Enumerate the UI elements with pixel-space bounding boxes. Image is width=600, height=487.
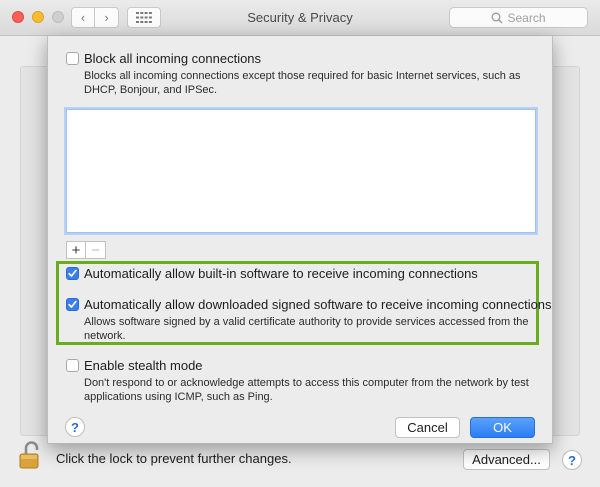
block-all-label: Block all incoming connections	[84, 51, 262, 66]
search-field[interactable]: Search	[449, 7, 588, 28]
firewall-options-sheet: Block all incoming connections Blocks al…	[47, 36, 553, 444]
question-icon: ?	[568, 452, 576, 468]
allow-signed-label: Automatically allow downloaded signed so…	[84, 297, 552, 312]
list-edit-buttons: + −	[66, 241, 106, 259]
cancel-button[interactable]: Cancel	[395, 417, 460, 438]
ok-button[interactable]: OK	[470, 417, 535, 438]
checkmark-icon	[68, 300, 77, 308]
question-icon: ?	[71, 419, 79, 435]
title-bar: ‹ › Security & Privacy Search	[0, 0, 600, 36]
stealth-checkbox[interactable]	[66, 359, 79, 372]
allow-signed-checkbox[interactable]	[66, 298, 79, 311]
minus-icon: −	[91, 241, 100, 259]
stealth-description-line: applications using ICMP, such as Ping.	[84, 391, 273, 403]
stealth-description-line: Don't respond to or acknowledge attempts…	[84, 377, 529, 389]
sheet-help-button[interactable]: ?	[65, 417, 85, 437]
application-list[interactable]	[66, 109, 536, 233]
lock-button[interactable]	[18, 440, 44, 475]
block-all-row[interactable]: Block all incoming connections	[66, 51, 261, 66]
advanced-button[interactable]: Advanced...	[463, 449, 550, 470]
allow-builtin-checkbox[interactable]	[66, 267, 79, 280]
stealth-row[interactable]: Enable stealth mode	[66, 358, 203, 373]
allow-signed-description: Allows software signed by a valid certif…	[84, 315, 528, 343]
search-icon	[492, 12, 503, 23]
allow-builtin-label: Automatically allow built-in software to…	[84, 266, 478, 281]
search-placeholder: Search	[507, 10, 546, 25]
block-all-description-line: DHCP, Bonjour, and IPSec.	[84, 84, 218, 96]
stealth-description: Don't respond to or acknowledge attempts…	[84, 376, 529, 404]
allow-signed-row[interactable]: Automatically allow downloaded signed so…	[66, 297, 552, 312]
block-all-description: Blocks all incoming connections except t…	[84, 69, 521, 97]
help-button[interactable]: ?	[562, 450, 582, 470]
lock-status-text: Click the lock to prevent further change…	[56, 451, 292, 466]
block-all-checkbox[interactable]	[66, 52, 79, 65]
allow-signed-description-line: network.	[84, 330, 126, 342]
block-all-description-line: Blocks all incoming connections except t…	[84, 70, 521, 82]
remove-app-button[interactable]: −	[86, 241, 106, 259]
stealth-label: Enable stealth mode	[84, 358, 203, 373]
checkmark-icon	[68, 269, 77, 277]
allow-signed-description-line: Allows software signed by a valid certif…	[84, 316, 529, 328]
plus-icon: +	[71, 241, 81, 259]
lock-open-icon	[19, 441, 39, 469]
add-app-button[interactable]: +	[66, 241, 86, 259]
allow-builtin-row[interactable]: Automatically allow built-in software to…	[66, 266, 478, 281]
